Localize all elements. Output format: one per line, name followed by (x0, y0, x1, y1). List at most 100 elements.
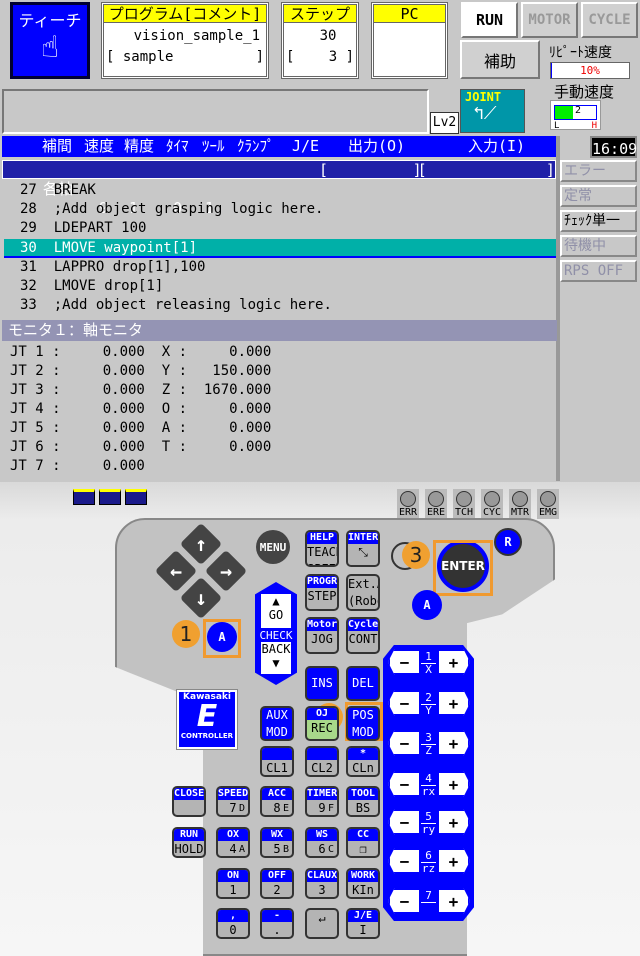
run-indicator: RUN (461, 2, 518, 38)
program-box[interactable]: プログラム[コメント] vision_sample_1 [ sample] (101, 2, 269, 79)
key-i[interactable]: J/E I (346, 908, 380, 939)
manual-speed-value: 2 (575, 105, 582, 116)
key-1[interactable]: ON 1 (216, 868, 250, 899)
program-line[interactable]: 29 LDEPART 100 (4, 219, 556, 238)
line-number: 27 (20, 182, 37, 198)
jog-minus-2[interactable]: − (388, 690, 421, 716)
jog-plus-7[interactable]: + (437, 888, 470, 914)
key--[interactable]: INTERP⤡ (346, 530, 380, 567)
mode-label: ティーチ (18, 11, 82, 30)
key-step[interactable]: PROGRAMSTEP (305, 574, 339, 611)
key-6[interactable]: WS 6 C (305, 827, 339, 858)
key-cl2[interactable]: CL2 (305, 746, 339, 777)
back-key[interactable]: BACK ▼ (261, 642, 291, 674)
manual-speed-gauge[interactable]: 2 L H (550, 100, 601, 131)
step-box[interactable]: ステップ 30 [3 ] (281, 2, 359, 79)
key-3[interactable]: CLAUX 3 (305, 868, 339, 899)
key-9[interactable]: TIMER 9 F (305, 786, 339, 817)
led-lamp-icon (400, 491, 416, 507)
side-status-1[interactable]: 定常 (560, 185, 637, 207)
key--[interactable]: CC ❐ (346, 827, 380, 858)
key-5[interactable]: WX 5 B (260, 827, 294, 858)
r-key[interactable]: R (494, 528, 522, 556)
jog-plus-3[interactable]: + (437, 730, 470, 756)
key-del[interactable]: DEL (346, 666, 380, 701)
key-main-label: CONT (348, 632, 378, 646)
manual-speed-label: 手動速度 (554, 83, 615, 101)
pc-box[interactable]: PC (371, 2, 448, 79)
key-cont[interactable]: CycleStartCONT (346, 617, 380, 654)
program-line[interactable]: 30 LMOVE waypoint[1] (4, 238, 556, 258)
side-status-3[interactable]: 待機中 (560, 235, 637, 257)
jog-minus-3[interactable]: − (388, 730, 421, 756)
key-2[interactable]: OFF 2 (260, 868, 294, 899)
teach-mode-indicator[interactable]: ティーチ ☝ (10, 2, 90, 79)
side-status-0[interactable]: エラー (560, 160, 637, 182)
monitor-row: JT 7 : 0.000 (10, 458, 145, 474)
program-name: vision_sample_1 (133, 28, 260, 44)
key-cln[interactable]: * CLn (346, 746, 380, 777)
key-main-label: 0 (229, 923, 237, 937)
jog-axis-number: 7 (425, 889, 432, 902)
line-number: 32 (20, 278, 37, 294)
key--[interactable]: -. (260, 908, 294, 939)
layout-icon-2[interactable] (99, 489, 121, 505)
jog-minus-6[interactable]: − (388, 848, 421, 874)
key-4[interactable]: OX 4 A (216, 827, 250, 858)
key-8[interactable]: ACC 8 E (260, 786, 294, 817)
jog-plus-1[interactable]: + (437, 649, 470, 675)
key-top-label: CLOSE (174, 788, 205, 800)
monitor-row: JT 2 : 0.000 Y : 150.000 (10, 363, 272, 379)
program-line[interactable]: 27 BREAK (4, 181, 556, 200)
repeat-speed-label: ﾘﾋﾟｰﾄ速度 (549, 45, 612, 61)
a-key-right[interactable]: A (412, 590, 442, 620)
go-check-back-key[interactable]: ▲ GO CHECK BACK ▼ (255, 582, 297, 685)
side-status-2[interactable]: ﾁｪｯｸ単一 (560, 210, 637, 232)
key--[interactable]: ↵ (305, 908, 339, 939)
jog-plus-2[interactable]: + (437, 690, 470, 716)
jog-plus-6[interactable]: + (437, 848, 470, 874)
key-top-label: OJ (307, 708, 337, 720)
key-bs[interactable]: TOOL BS (346, 786, 380, 817)
key-ext-axis-robot-[interactable]: Ext.Axis (Robot) (346, 574, 380, 611)
go-key[interactable]: ▲ GO (261, 594, 291, 628)
layout-icon-1[interactable] (73, 489, 95, 505)
program-line[interactable]: 32 LMOVE drop[1] (4, 277, 556, 296)
program-line[interactable]: 33 ;Add object releasing logic here. (4, 296, 556, 315)
key-sub-label: F (327, 803, 334, 814)
status-header-bar: 補間 速度 精度 ﾀｲﾏ ﾂｰﾙ ｸﾗﾝﾌﾟ J/E 出力(O) 入力(I) (2, 136, 556, 157)
jog-minus-7[interactable]: − (388, 888, 421, 914)
key-top-label: CC (348, 829, 378, 841)
key-close[interactable]: CLOSE (172, 786, 206, 817)
key-aux-mod[interactable]: AUX MOD (260, 706, 294, 741)
key-pos-mod[interactable]: POS MOD (346, 706, 380, 741)
key-rec[interactable]: OJ REC (305, 706, 339, 741)
key-hold[interactable]: RUN HOLD (172, 827, 206, 858)
key-jog[interactable]: MotorONJOG (305, 617, 339, 654)
key-7[interactable]: SPEED 7 D (216, 786, 250, 817)
layout-icon-3[interactable] (125, 489, 147, 505)
screen-layout-icons[interactable] (73, 489, 147, 505)
jog-minus-5[interactable]: − (388, 809, 421, 835)
jog-minus-4[interactable]: − (388, 771, 421, 797)
side-status-4[interactable]: RPS OFF (560, 260, 637, 282)
repeat-speed-bar[interactable]: 10% (550, 62, 630, 79)
menu-button[interactable]: MENU (256, 530, 290, 564)
header-3: ﾀｲﾏ (166, 137, 189, 155)
jog-plus-4[interactable]: + (437, 771, 470, 797)
key-0[interactable]: ,0 (216, 908, 250, 939)
key-cl1[interactable]: CL1 (260, 746, 294, 777)
jog-minus-1[interactable]: − (388, 649, 421, 675)
program-comment-text: sample (122, 49, 174, 65)
key-teach-speed[interactable]: HELPTEACH SPEED (305, 530, 339, 567)
key-ins[interactable]: INS (305, 666, 339, 701)
joint-mode-button[interactable]: JOINT ↰⟋ (460, 89, 525, 133)
key-main-label: KIn (352, 883, 374, 897)
aux-button[interactable]: 補助 (460, 40, 540, 79)
program-line[interactable]: 28 ;Add object grasping logic here. (4, 200, 556, 219)
program-line[interactable]: 31 LAPPRO drop[1],100 (4, 258, 556, 277)
key-top-label: OFF (262, 870, 292, 882)
arrow-down-key[interactable]: ↓ (179, 576, 223, 620)
key-kin[interactable]: WORK KIn (346, 868, 380, 899)
jog-plus-5[interactable]: + (437, 809, 470, 835)
